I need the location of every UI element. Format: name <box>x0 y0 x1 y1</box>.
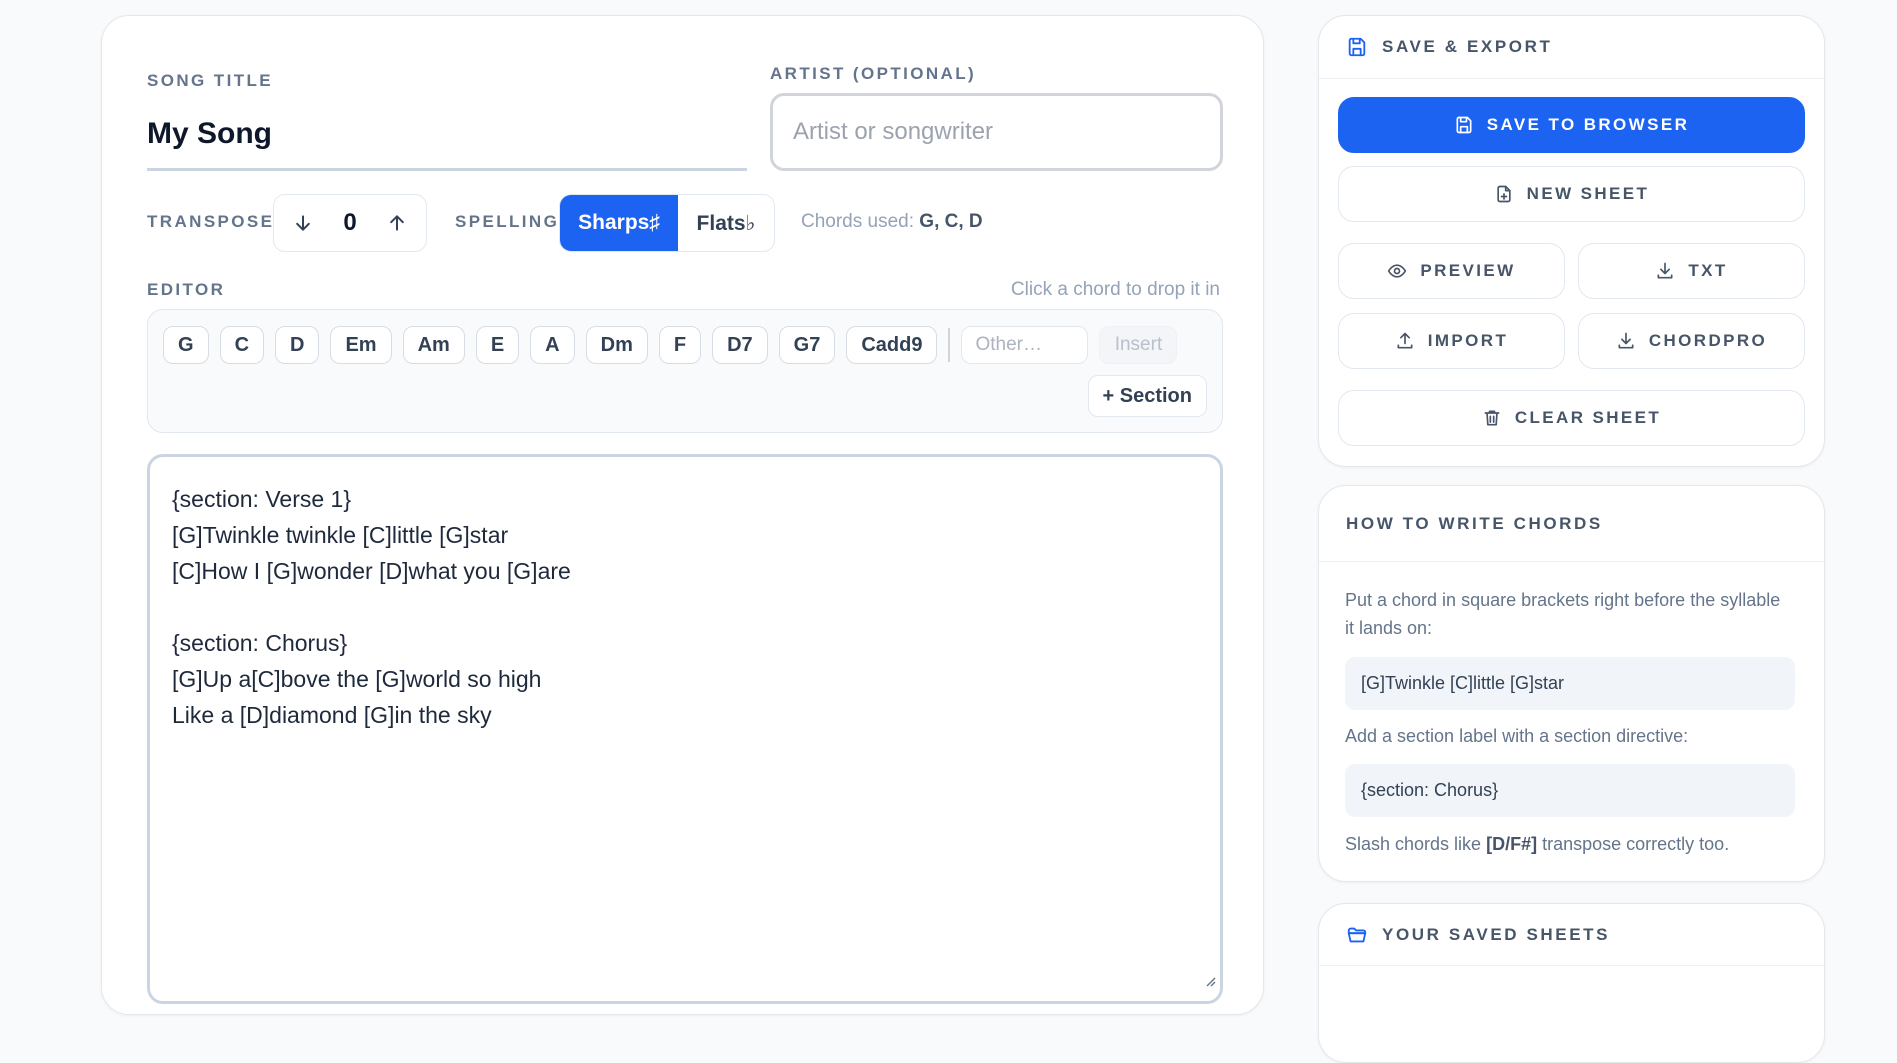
transpose-up-button[interactable] <box>382 208 412 238</box>
import-button[interactable]: IMPORT <box>1338 313 1565 369</box>
download-icon <box>1618 332 1634 349</box>
txt-export-button[interactable]: TXT <box>1578 243 1805 299</box>
editor-line: {section: Verse 1} <box>172 486 352 512</box>
chord-chip-am[interactable]: Am <box>402 326 465 364</box>
artist-input[interactable] <box>770 93 1223 171</box>
palette-divider <box>948 328 951 362</box>
txt-export-label: TXT <box>1688 261 1728 280</box>
chordpro-export-label: CHORDPRO <box>1648 331 1768 350</box>
chord-palette: G C D Em Am E A Dm F D7 G7 Cadd9 Insert … <box>147 309 1223 433</box>
transpose-stepper: 0 <box>273 194 427 252</box>
transpose-value: 0 <box>343 209 357 236</box>
save-to-browser-label: SAVE TO BROWSER <box>1486 115 1690 134</box>
transpose-label: TRANSPOSE <box>147 212 275 231</box>
chord-chip-g[interactable]: G <box>163 326 209 364</box>
chord-chip-cadd9[interactable]: Cadd9 <box>846 326 938 364</box>
song-editor-textarea[interactable]: {section: Verse 1} [G]Twinkle twinkle [C… <box>147 454 1223 1004</box>
editor-label: EDITOR <box>147 280 226 299</box>
chord-chip-d[interactable]: D <box>275 326 320 364</box>
clear-sheet-label: CLEAR SHEET <box>1514 408 1662 427</box>
sharps-button[interactable]: Sharps♯ <box>560 195 678 251</box>
editor-line: [G]Up a[C]bove the [G]world so high <box>172 666 542 692</box>
editor-line: [G]Twinkle twinkle [C]little [G]star <box>172 522 509 548</box>
chord-chip-g7[interactable]: G7 <box>778 326 836 364</box>
how-to-title: HOW TO WRITE CHORDS <box>1346 513 1603 533</box>
saved-sheets-card: YOUR SAVED SHEETS <box>1318 903 1825 1063</box>
how-to-example-2: {section: Chorus} <box>1345 764 1795 817</box>
chords-used: Chords used: G, C, D <box>801 211 983 233</box>
editor-card: SONG TITLE ARTIST (OPTIONAL) TRANSPOSE 0… <box>101 15 1264 1015</box>
artist-label: ARTIST (OPTIONAL) <box>770 64 977 83</box>
save-to-browser-button[interactable]: SAVE TO BROWSER <box>1338 97 1805 153</box>
chord-chips: G C D Em Am E A Dm F D7 G7 Cadd9 Insert <box>163 326 1178 364</box>
song-title-input[interactable] <box>147 99 747 171</box>
spelling-toggle: Sharps♯ Flats♭ <box>559 194 775 252</box>
save-icon <box>1456 116 1472 134</box>
chord-chip-em[interactable]: Em <box>330 326 392 364</box>
other-chord-input[interactable] <box>961 326 1089 364</box>
download-icon <box>1657 262 1673 279</box>
chord-chip-d7[interactable]: D7 <box>712 326 768 364</box>
import-label: IMPORT <box>1427 331 1509 350</box>
resize-grip-icon[interactable] <box>1204 961 1216 997</box>
saved-sheets-title: YOUR SAVED SHEETS <box>1382 924 1611 944</box>
new-sheet-label: NEW SHEET <box>1526 184 1650 203</box>
insert-button[interactable]: Insert <box>1099 326 1178 364</box>
how-to-text-3-post: transpose correctly too. <box>1542 834 1730 854</box>
save-export-card: SAVE & EXPORT SAVE TO BROWSER NEW SHEET … <box>1318 15 1825 467</box>
song-title-label: SONG TITLE <box>147 71 273 90</box>
chord-chip-e[interactable]: E <box>475 326 520 364</box>
chords-used-value: G, C, D <box>919 211 983 232</box>
save-export-title: SAVE & EXPORT <box>1382 37 1553 56</box>
how-to-text-1: Put a chord in square brackets right bef… <box>1345 590 1781 638</box>
upload-icon <box>1397 332 1413 349</box>
chord-chip-f[interactable]: F <box>658 326 702 364</box>
preview-button[interactable]: PREVIEW <box>1338 243 1565 299</box>
trash-icon <box>1484 410 1500 426</box>
editor-hint: Click a chord to drop it in <box>1010 279 1220 300</box>
how-to-header: HOW TO WRITE CHORDS <box>1319 486 1824 562</box>
chord-chip-c[interactable]: C <box>219 326 265 364</box>
save-icon <box>1348 37 1366 57</box>
clear-sheet-button[interactable]: CLEAR SHEET <box>1338 390 1805 446</box>
how-to-example-1: [G]Twinkle [C]little [G]star <box>1345 657 1795 710</box>
how-to-card: HOW TO WRITE CHORDS Put a chord in squar… <box>1318 485 1825 882</box>
chords-used-label: Chords used: <box>801 211 915 232</box>
chordpro-export-button[interactable]: CHORDPRO <box>1578 313 1805 369</box>
editor-line: {section: Chorus} <box>172 630 348 656</box>
add-section-button[interactable]: + Section <box>1087 375 1207 417</box>
editor-line: Like a [D]diamond [G]in the sky <box>172 702 492 728</box>
new-file-icon <box>1496 185 1511 203</box>
save-export-header: SAVE & EXPORT <box>1319 16 1824 79</box>
how-to-text-2: Add a section label with a section direc… <box>1345 726 1689 746</box>
transpose-down-button[interactable] <box>288 208 318 238</box>
chord-chip-a[interactable]: A <box>530 326 575 364</box>
folder-icon <box>1347 927 1367 942</box>
spelling-label: SPELLING <box>455 212 560 231</box>
new-sheet-button[interactable]: NEW SHEET <box>1338 166 1805 222</box>
flats-button[interactable]: Flats♭ <box>678 195 774 251</box>
chord-chip-dm[interactable]: Dm <box>585 326 648 364</box>
how-to-text-3: Slash chords like [D/F#] transpose corre… <box>1345 830 1729 858</box>
saved-sheets-header: YOUR SAVED SHEETS <box>1319 904 1824 966</box>
eye-icon <box>1388 264 1407 278</box>
preview-label: PREVIEW <box>1420 261 1516 280</box>
editor-line: [C]How I [G]wonder [D]what you [G]are <box>172 558 571 584</box>
how-to-text-3-code: [D/F#] <box>1486 834 1538 854</box>
arrow-up-icon <box>390 215 404 231</box>
arrow-down-icon <box>296 215 310 231</box>
how-to-text-3-pre: Slash chords like <box>1345 834 1482 854</box>
